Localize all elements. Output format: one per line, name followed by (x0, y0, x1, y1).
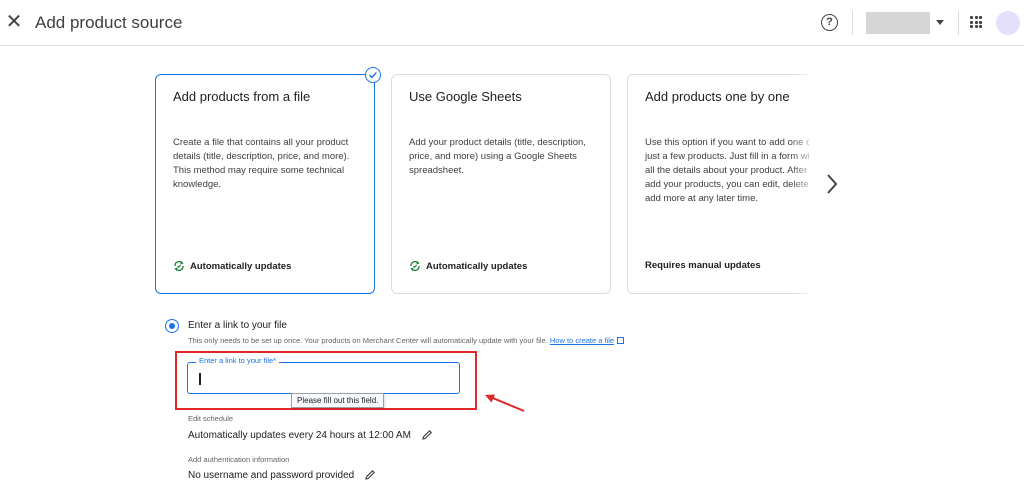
how-to-create-file-link[interactable]: How to create a file (550, 336, 614, 345)
card-title: Use Google Sheets (409, 89, 522, 104)
radio-label: Enter a link to your file (188, 320, 287, 331)
divider (852, 11, 853, 35)
link-radio-button[interactable] (165, 319, 179, 333)
help-icon[interactable]: ? (821, 14, 838, 31)
close-icon[interactable]: ✕ (5, 12, 23, 32)
card-description: Use this option if you want to add one o… (645, 137, 809, 204)
auth-label: Add authentication information (188, 455, 290, 464)
text-cursor (199, 373, 201, 385)
annotation-arrow-icon (485, 394, 525, 412)
auth-value: No username and password provided (188, 469, 355, 481)
carousel-fade (790, 74, 820, 294)
card-description: Add your product details (title, descrip… (409, 137, 586, 176)
schedule-row: Automatically updates every 24 hours at … (188, 429, 433, 441)
chevron-down-icon[interactable] (936, 20, 944, 25)
card-one-by-one[interactable]: Add products one by one Use this option … (627, 74, 809, 294)
card-title: Add products from a file (173, 89, 311, 104)
sync-icon (410, 261, 420, 271)
card-description: Create a file that contains all your pro… (173, 137, 350, 190)
schedule-label: Edit schedule (188, 414, 234, 423)
edit-pencil-icon[interactable] (421, 429, 433, 441)
card-footer: Automatically updates (173, 260, 291, 272)
account-selector[interactable] (866, 12, 930, 34)
sync-icon (174, 261, 184, 271)
divider (958, 11, 959, 35)
top-app-bar: ✕ Add product source ? (0, 0, 1024, 46)
card-footer-label: Requires manual updates (645, 260, 761, 271)
card-footer-label: Automatically updates (190, 260, 292, 272)
card-title: Add products one by one (645, 89, 790, 104)
help-text: This only needs to be set up once. Your … (188, 336, 548, 345)
validation-tooltip: Please fill out this field. (291, 393, 385, 408)
schedule-value: Automatically updates every 24 hours at … (188, 429, 411, 441)
radio-help-text: This only needs to be set up once. Your … (188, 336, 625, 345)
file-link-input[interactable] (187, 362, 460, 394)
card-footer: Requires manual updates (645, 260, 761, 271)
edit-pencil-icon[interactable] (364, 469, 376, 481)
chevron-right-icon[interactable] (822, 171, 842, 197)
card-add-from-file[interactable]: Add products from a file Create a file t… (155, 74, 375, 294)
card-footer: Automatically updates (409, 260, 527, 272)
auth-row: No username and password provided (188, 469, 376, 481)
external-link-icon (617, 337, 625, 344)
avatar[interactable] (996, 11, 1020, 35)
check-circle-icon (365, 67, 381, 83)
file-link-input-label: Enter a link to your file* (196, 356, 280, 365)
card-google-sheets[interactable]: Use Google Sheets Add your product detai… (391, 74, 611, 294)
card-footer-label: Automatically updates (426, 260, 528, 272)
page-title: Add product source (35, 13, 183, 32)
apps-grid-icon[interactable] (970, 16, 982, 28)
